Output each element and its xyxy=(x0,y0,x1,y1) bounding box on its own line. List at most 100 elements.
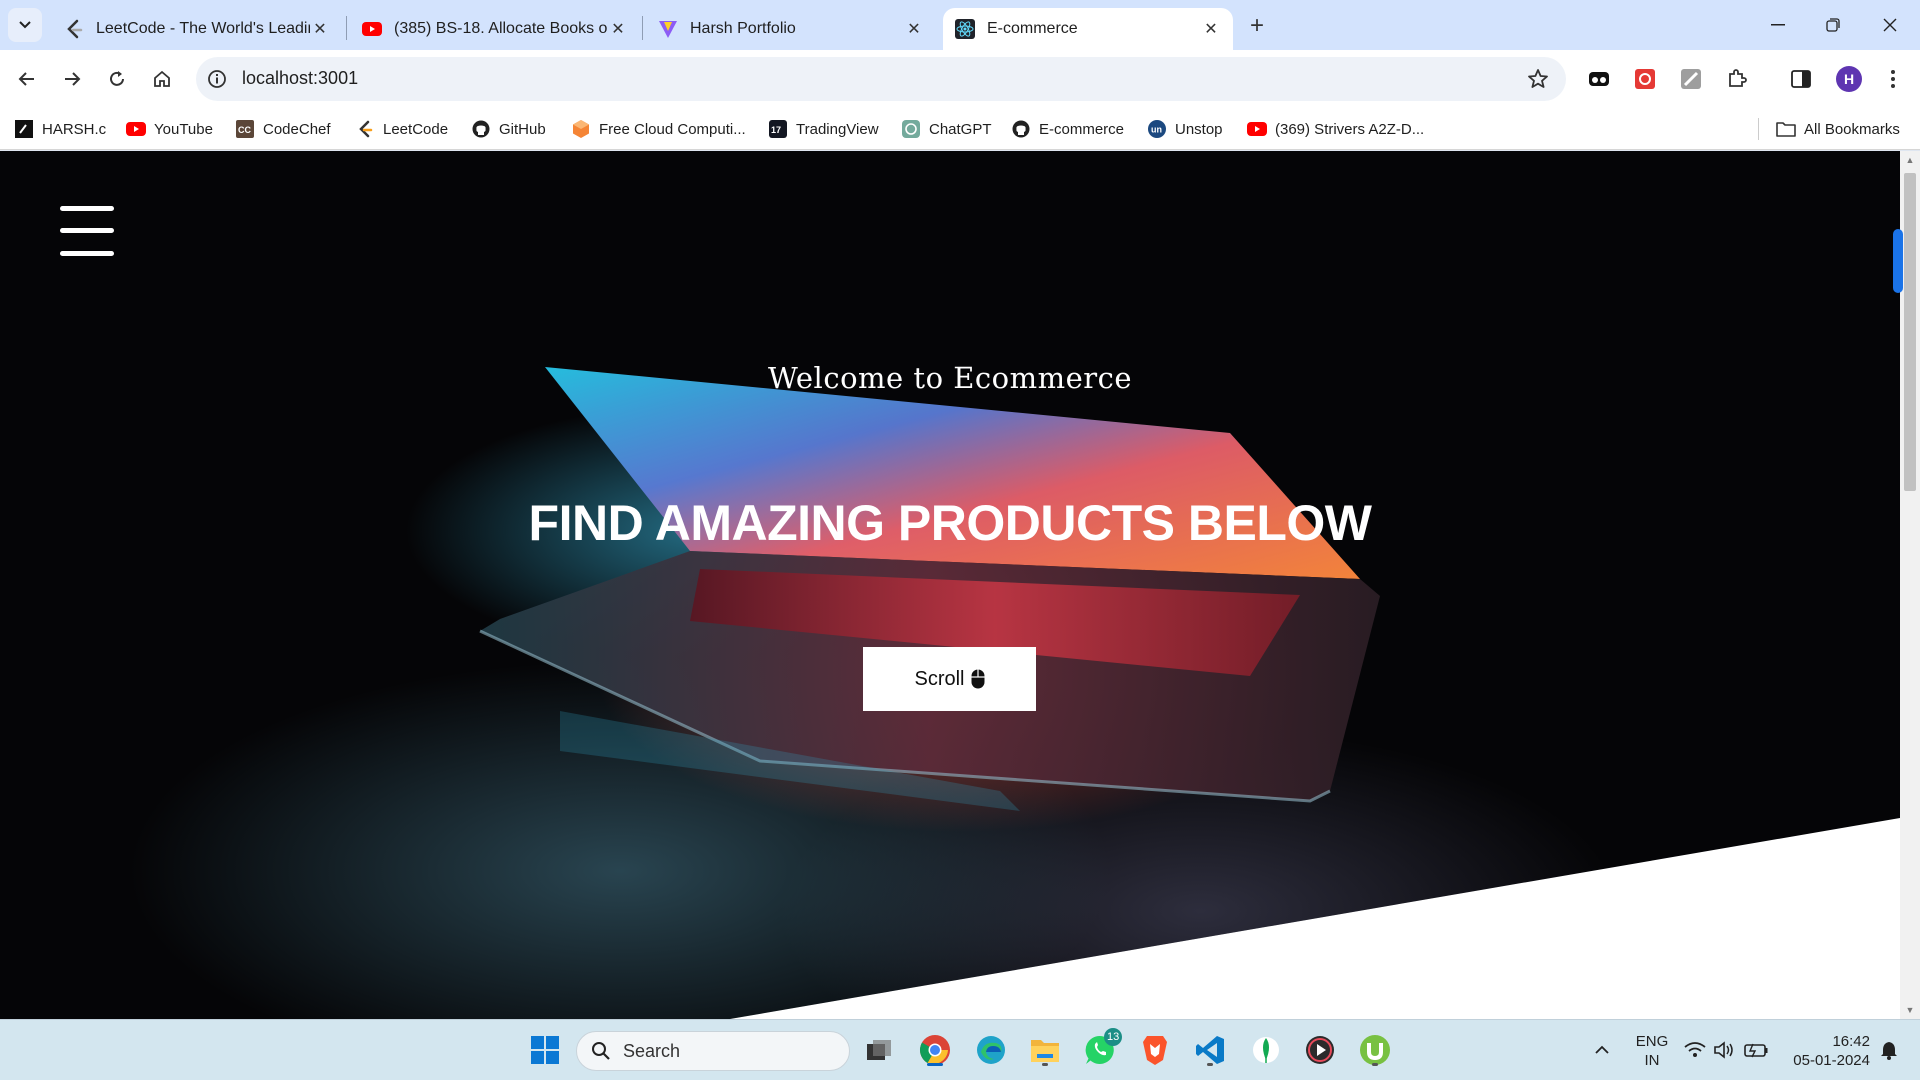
quick-settings-button[interactable] xyxy=(1680,1032,1776,1068)
start-button[interactable] xyxy=(527,1032,563,1068)
arrow-right-icon xyxy=(65,72,81,86)
svg-text:17: 17 xyxy=(771,125,781,135)
taskbar-file-explorer[interactable] xyxy=(1027,1032,1063,1068)
react-icon xyxy=(955,19,975,39)
extension-2-icon[interactable] xyxy=(1632,66,1658,92)
new-tab-button[interactable]: + xyxy=(1243,12,1271,40)
welcome-text: Welcome to Ecommerce xyxy=(767,361,1133,395)
taskbar-whatsapp[interactable]: 13 xyxy=(1082,1028,1123,1068)
wifi-icon xyxy=(1684,1042,1706,1057)
address-bar[interactable]: localhost:3001 xyxy=(196,57,1566,101)
bookmark-label: E-commerce xyxy=(1039,120,1125,138)
codechef-icon: CC xyxy=(235,119,255,139)
svg-text:CC: CC xyxy=(238,125,251,135)
bookmark-star-icon[interactable] xyxy=(1526,67,1550,91)
all-bookmarks-button[interactable]: All Bookmarks xyxy=(1776,117,1900,141)
restore-button[interactable] xyxy=(1813,10,1853,40)
scrollbar-thumb[interactable] xyxy=(1904,173,1916,491)
home-button[interactable] xyxy=(145,62,179,96)
more-menu-icon[interactable] xyxy=(1880,66,1906,92)
tab-ecommerce[interactable]: E-commerce ✕ xyxy=(943,8,1233,50)
bookmark-label: YouTube xyxy=(154,120,213,138)
close-icon xyxy=(1883,18,1897,32)
task-view-button[interactable] xyxy=(861,1032,897,1068)
close-tab-icon[interactable]: ✕ xyxy=(1201,19,1221,39)
tab-leetcode[interactable]: LeetCode - The World's Leading ✕ xyxy=(52,8,342,50)
site-info-icon[interactable] xyxy=(206,68,228,90)
scroll-button[interactable]: Scroll xyxy=(863,647,1036,711)
language-indicator[interactable]: ENG IN xyxy=(1630,1032,1674,1070)
bookmark-tradingview[interactable]: 17 TradingView xyxy=(768,117,879,141)
url-text[interactable]: localhost:3001 xyxy=(242,68,358,89)
bookmark-label: TradingView xyxy=(796,120,879,138)
taskbar-edge[interactable] xyxy=(973,1032,1009,1068)
forward-button[interactable] xyxy=(55,62,89,96)
tab-strip: LeetCode - The World's Leading ✕ (385) B… xyxy=(0,0,1920,50)
unstop-icon: un xyxy=(1147,119,1167,139)
bookmark-aws[interactable]: Free Cloud Computi... xyxy=(571,117,746,141)
reload-button[interactable] xyxy=(100,62,134,96)
taskbar-mongodb[interactable] xyxy=(1248,1032,1284,1068)
bookmark-label: LeetCode xyxy=(383,120,449,138)
github-icon xyxy=(1011,119,1031,139)
notification-badge: 13 xyxy=(1104,1028,1123,1046)
vscode-icon xyxy=(1196,1036,1224,1064)
utorrent-icon xyxy=(1360,1035,1390,1065)
taskbar-utorrent[interactable] xyxy=(1357,1032,1393,1068)
tab-youtube[interactable]: (385) BS-18. Allocate Books or B ✕ xyxy=(350,8,640,50)
hamburger-menu-button[interactable] xyxy=(60,206,114,256)
mongodb-icon xyxy=(1253,1037,1279,1063)
tab-title: E-commerce xyxy=(987,20,1078,37)
profile-avatar[interactable]: H xyxy=(1836,66,1862,92)
bookmark-github[interactable]: GitHub xyxy=(471,117,546,141)
menu-line xyxy=(60,228,114,233)
close-window-button[interactable] xyxy=(1870,10,1910,40)
close-tab-icon[interactable]: ✕ xyxy=(608,19,628,39)
all-bookmarks-label: All Bookmarks xyxy=(1804,120,1900,138)
bookmark-label: HARSH.c xyxy=(42,120,107,138)
close-tab-icon[interactable]: ✕ xyxy=(904,19,924,39)
extensions-puzzle-icon[interactable] xyxy=(1724,66,1750,92)
scroll-label: Scroll xyxy=(914,667,965,690)
running-indicator xyxy=(1207,1063,1213,1066)
bookmark-divider xyxy=(1758,118,1759,140)
close-tab-icon[interactable]: ✕ xyxy=(310,19,330,39)
minimize-button[interactable] xyxy=(1758,10,1798,40)
bookmark-label: GitHub xyxy=(499,120,546,138)
show-hidden-icons-button[interactable] xyxy=(1584,1032,1620,1068)
scroll-down-icon[interactable]: ▼ xyxy=(1905,1005,1915,1015)
notifications-button[interactable] xyxy=(1874,1032,1904,1068)
bookmark-unstop[interactable]: un Unstop xyxy=(1147,117,1223,141)
youtube-icon xyxy=(362,19,382,39)
page-scrollbar[interactable]: ▲ ▼ xyxy=(1900,151,1920,1019)
scroll-up-icon[interactable]: ▲ xyxy=(1905,155,1915,165)
bookmark-chatgpt[interactable]: ChatGPT xyxy=(901,117,992,141)
taskbar-brave[interactable] xyxy=(1137,1032,1173,1068)
arrow-left-icon xyxy=(18,72,34,86)
bookmark-strivers[interactable]: (369) Strivers A2Z-D... xyxy=(1247,117,1424,141)
clock[interactable]: 16:42 05-01-2024 xyxy=(1780,1032,1870,1070)
tab-separator xyxy=(642,16,643,40)
bookmark-label: Free Cloud Computi... xyxy=(599,120,746,138)
minimize-icon xyxy=(1771,24,1785,26)
brave-icon xyxy=(1143,1036,1167,1065)
extension-1-icon[interactable] xyxy=(1586,66,1612,92)
taskbar-media-player[interactable] xyxy=(1302,1032,1338,1068)
bookmark-ecommerce[interactable]: E-commerce xyxy=(1011,117,1124,141)
taskbar-search[interactable]: Search xyxy=(576,1031,850,1071)
tab-harsh-portfolio[interactable]: Harsh Portfolio ✕ xyxy=(646,8,936,50)
side-panel-icon[interactable] xyxy=(1788,66,1814,92)
bookmark-leetcode[interactable]: LeetCode xyxy=(355,117,448,141)
time-text: 16:42 xyxy=(1832,1033,1870,1050)
tab-search-button[interactable] xyxy=(8,8,42,42)
side-panel-tab[interactable] xyxy=(1893,229,1903,293)
bookmark-youtube[interactable]: YouTube xyxy=(126,117,213,141)
taskbar-vscode[interactable] xyxy=(1192,1032,1228,1068)
leetcode-icon xyxy=(64,19,84,39)
taskbar-chrome[interactable] xyxy=(917,1032,953,1068)
bookmark-codechef[interactable]: CC CodeChef xyxy=(235,117,331,141)
back-button[interactable] xyxy=(10,62,44,96)
bookmark-harsh[interactable]: HARSH.c xyxy=(14,117,106,141)
folder-icon xyxy=(1031,1040,1059,1062)
extension-3-icon[interactable] xyxy=(1678,66,1704,92)
